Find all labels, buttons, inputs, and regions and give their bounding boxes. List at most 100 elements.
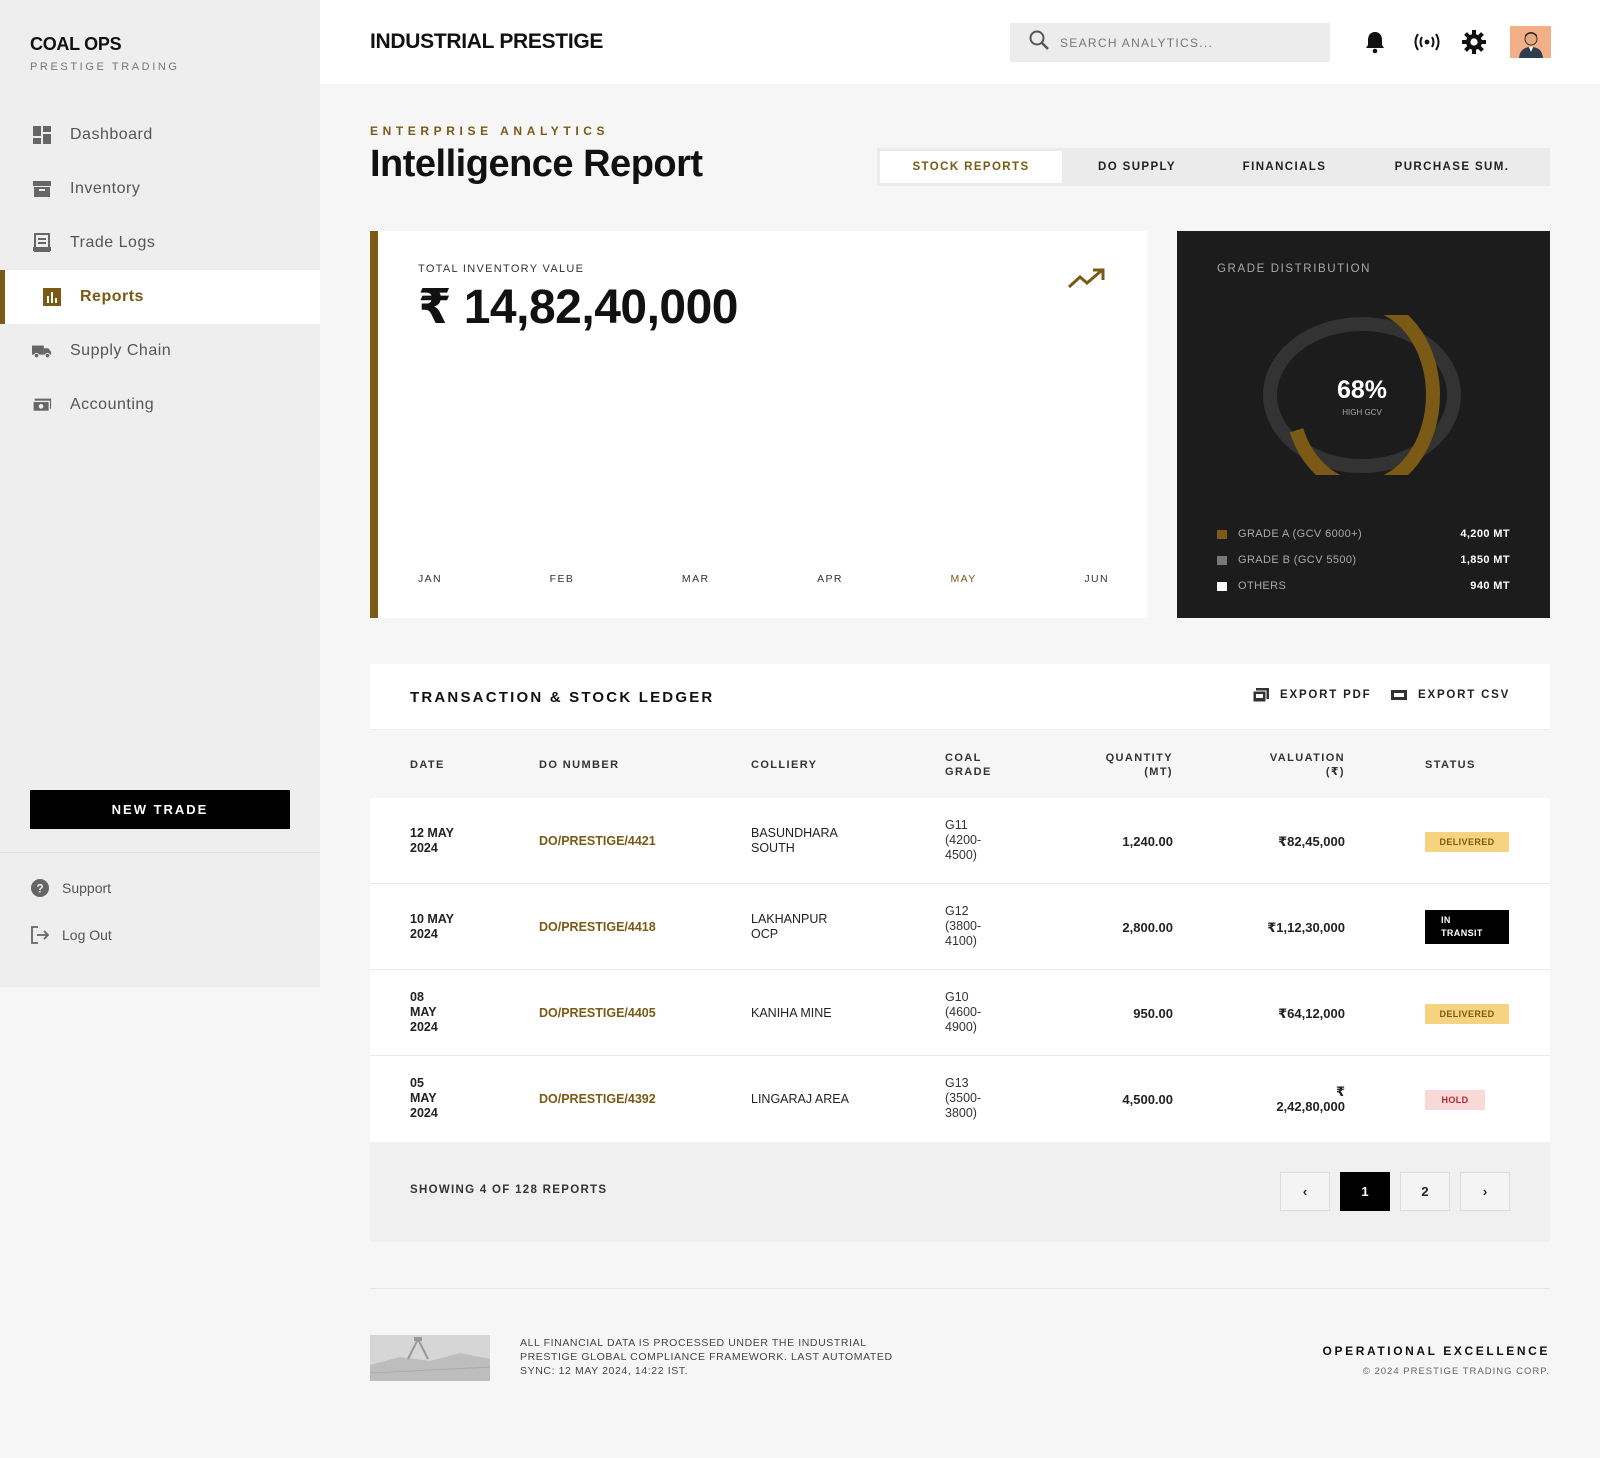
- table-row[interactable]: 08 MAY 2024 DO/PRESTIGE/4405 KANIHA MINE…: [370, 970, 1550, 1056]
- column-header-coal-grade: COAL GRADE: [945, 751, 992, 779]
- prev-page-button[interactable]: ‹: [1280, 1172, 1330, 1211]
- sidebar-nav: Dashboard Inventory Trade Logs Reports S…: [0, 108, 320, 432]
- status-badge-hold: HOLD: [1425, 1090, 1485, 1110]
- support-link[interactable]: ? Support: [30, 878, 111, 898]
- logout-label: Log Out: [62, 927, 112, 943]
- sidebar-item-dashboard[interactable]: Dashboard: [0, 108, 320, 162]
- export-csv-label: EXPORT CSV: [1418, 689, 1511, 701]
- status-badge-in-transit: IN TRANSIT: [1425, 910, 1509, 944]
- gear-icon[interactable]: [1461, 29, 1487, 55]
- donut-caption: HIGH GCV: [1342, 408, 1382, 417]
- cell-do-number[interactable]: DO/PRESTIGE/4418: [539, 920, 656, 935]
- broadcast-icon[interactable]: [1411, 29, 1443, 55]
- cell-line: BASUNDHARA: [751, 826, 838, 840]
- trending-up-icon[interactable]: [1067, 267, 1107, 291]
- cell-line: 3800): [945, 1106, 977, 1120]
- month-label: MAR: [681, 573, 710, 585]
- legend-item: GRADE B (GCV 5500) 1,850 MT: [1217, 547, 1510, 573]
- tab-purchase-summary[interactable]: PURCHASE SUM.: [1357, 151, 1547, 183]
- cell-line: 2024: [410, 927, 438, 941]
- cell-quantity: 1,240.00: [1122, 834, 1173, 849]
- sidebar-item-label: Dashboard: [70, 126, 153, 143]
- avatar[interactable]: [1510, 26, 1551, 58]
- cell-line: LAKHANPUR: [751, 912, 828, 926]
- results-count: SHOWING 4 OF 128 REPORTS: [410, 1184, 608, 1196]
- table-row[interactable]: 10 MAY 2024 DO/PRESTIGE/4418 LAKHANPUR O…: [370, 884, 1550, 970]
- search-input[interactable]: [1060, 35, 1310, 50]
- top-bar: INDUSTRIAL PRESTIGE: [320, 0, 1600, 84]
- cell-do-number[interactable]: DO/PRESTIGE/4405: [539, 1006, 656, 1021]
- footer-tagline: OPERATIONAL EXCELLENCE: [1322, 1344, 1550, 1358]
- cell-line: MAY: [410, 1005, 437, 1019]
- page-2-button[interactable]: 2: [1400, 1172, 1450, 1211]
- search-icon: [1028, 29, 1050, 56]
- kpi-value: ₹ 14,82,40,000: [418, 281, 739, 334]
- column-header-do-number: DO NUMBER: [539, 759, 620, 771]
- transaction-ledger: TRANSACTION & STOCK LEDGER EXPORT PDF EX…: [370, 664, 1550, 1142]
- bell-icon[interactable]: [1362, 29, 1388, 55]
- cell-valuation: ₹64,12,000: [1278, 1006, 1345, 1021]
- help-circle-icon: ?: [30, 878, 50, 898]
- legend-label: GRADE B (GCV 5500): [1238, 554, 1357, 566]
- ledger-title: TRANSACTION & STOCK LEDGER: [410, 689, 715, 706]
- legend-value: 4,200 MT: [1460, 528, 1510, 540]
- cell-valuation: ₹1,12,30,000: [1267, 920, 1345, 935]
- tab-financials[interactable]: FINANCIALS: [1212, 151, 1357, 183]
- column-header-line: GRADE: [945, 766, 992, 778]
- cell-coal-grade: G11 (4200- 4500): [945, 818, 981, 863]
- sidebar-item-label: Reports: [80, 288, 144, 305]
- legend-item: OTHERS 940 MT: [1217, 573, 1510, 599]
- sidebar-item-supply-chain[interactable]: Supply Chain: [0, 324, 320, 378]
- next-page-button[interactable]: ›: [1460, 1172, 1510, 1211]
- cell-line: 4100): [945, 934, 977, 948]
- footer-copyright: © 2024 PRESTIGE TRADING CORP.: [1362, 1366, 1550, 1377]
- inventory-box-icon: [32, 179, 52, 199]
- sidebar-item-reports[interactable]: Reports: [0, 270, 320, 324]
- legend-value: 940 MT: [1470, 580, 1510, 592]
- search-box[interactable]: [1010, 23, 1330, 62]
- cell-line: 2024: [410, 841, 438, 855]
- month-label: JUN: [1084, 573, 1109, 585]
- cell-do-number[interactable]: DO/PRESTIGE/4392: [539, 1092, 656, 1107]
- svg-text:?: ?: [36, 882, 43, 896]
- legend-swatch: [1217, 529, 1227, 539]
- app-title: INDUSTRIAL PRESTIGE: [370, 30, 604, 53]
- cell-colliery: BASUNDHARA SOUTH: [751, 826, 838, 856]
- tab-do-supply[interactable]: DO SUPPLY: [1062, 151, 1212, 183]
- cell-line: G12: [945, 904, 969, 918]
- cell-coal-grade: G13 (3500- 3800): [945, 1076, 981, 1121]
- csv-icon: [1391, 688, 1407, 702]
- sidebar-item-trade-logs[interactable]: Trade Logs: [0, 216, 320, 270]
- kpi-label: TOTAL INVENTORY VALUE: [418, 263, 585, 275]
- table-header: DATE DO NUMBER COLLIERY COAL GRADE QUANT…: [370, 730, 1550, 798]
- logout-link[interactable]: Log Out: [30, 925, 112, 945]
- export-pdf-label: EXPORT PDF: [1280, 689, 1372, 701]
- table-row[interactable]: 05 MAY 2024 DO/PRESTIGE/4392 LINGARAJ AR…: [370, 1056, 1550, 1142]
- cell-line: G10: [945, 990, 969, 1004]
- legend-item: GRADE A (GCV 6000+) 4,200 MT: [1217, 521, 1510, 547]
- footer-note: ALL FINANCIAL DATA IS PROCESSED UNDER TH…: [520, 1337, 893, 1377]
- column-header-line: (MT): [1144, 766, 1173, 778]
- cell-line: (4600-: [945, 1005, 982, 1019]
- month-label: JAN: [418, 573, 443, 585]
- cell-line: G13: [945, 1076, 969, 1090]
- dashboard-icon: [32, 125, 52, 145]
- ledger-header: TRANSACTION & STOCK LEDGER EXPORT PDF EX…: [370, 664, 1550, 730]
- cell-line: 4900): [945, 1020, 977, 1034]
- export-pdf-button[interactable]: EXPORT PDF: [1252, 688, 1372, 703]
- sidebar-item-inventory[interactable]: Inventory: [0, 162, 320, 216]
- table-row[interactable]: 12 MAY 2024 DO/PRESTIGE/4421 BASUNDHARA …: [370, 798, 1550, 884]
- grade-distribution-card: GRADE DISTRIBUTION 68% HIGH GCV GRADE A …: [1177, 231, 1550, 618]
- mine-photo: [370, 1335, 490, 1381]
- new-trade-button[interactable]: NEW TRADE: [30, 790, 290, 829]
- grade-donut-chart: 68% HIGH GCV: [1263, 315, 1461, 475]
- status-badge-delivered: DELIVERED: [1425, 832, 1509, 852]
- page-1-button[interactable]: 1: [1340, 1172, 1390, 1211]
- tab-stock-reports[interactable]: STOCK REPORTS: [880, 151, 1062, 183]
- cell-do-number[interactable]: DO/PRESTIGE/4421: [539, 834, 656, 849]
- export-csv-button[interactable]: EXPORT CSV: [1391, 688, 1510, 702]
- cell-valuation: ₹ 2,42,80,000: [1276, 1084, 1345, 1114]
- sidebar-item-accounting[interactable]: Accounting: [0, 378, 320, 432]
- footer-right: OPERATIONAL EXCELLENCE © 2024 PRESTIGE T…: [1323, 1344, 1550, 1377]
- sidebar-item-label: Trade Logs: [70, 234, 156, 251]
